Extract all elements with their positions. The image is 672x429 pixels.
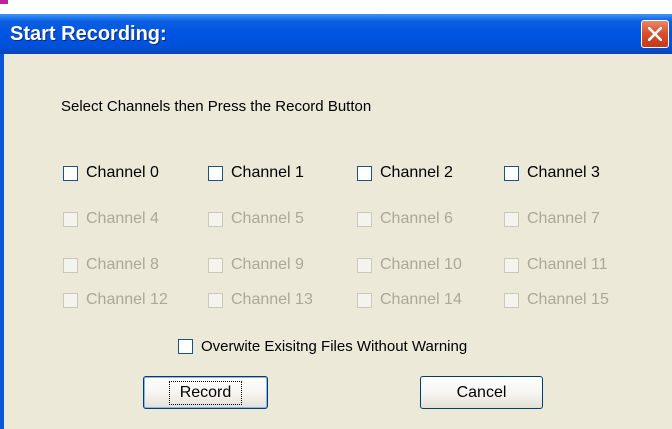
channel-2-label: Channel 2: [380, 164, 453, 181]
background-window-fragment: [0, 0, 672, 14]
channel-4-option: Channel 4: [63, 210, 159, 228]
channel-9-label: Channel 9: [231, 256, 304, 273]
close-icon: [648, 27, 662, 41]
channel-1-option[interactable]: Channel 1: [208, 164, 304, 182]
channel-15-checkbox: [504, 292, 519, 308]
channel-10-option: Channel 10: [357, 256, 462, 274]
overwrite-label: Overwite Exisitng Files Without Warning: [201, 337, 468, 355]
channel-7-checkbox: [504, 211, 519, 227]
channel-7-option: Channel 7: [504, 210, 600, 228]
channel-6-checkbox: [357, 211, 372, 227]
channel-12-option: Channel 12: [63, 291, 168, 309]
window-title: Start Recording:: [10, 23, 167, 45]
background-window-edge: [0, 0, 8, 4]
channel-9-option: Channel 9: [208, 256, 304, 274]
channel-0-checkbox[interactable]: [63, 165, 78, 181]
channel-7-label: Channel 7: [527, 210, 600, 227]
channel-3-checkbox[interactable]: [504, 165, 519, 181]
channel-14-checkbox: [357, 292, 372, 308]
title-bar[interactable]: Start Recording:: [0, 14, 672, 54]
overwrite-checkbox[interactable]: [178, 338, 193, 354]
channel-11-option: Channel 11: [504, 256, 608, 274]
overwrite-option[interactable]: Overwite Exisitng Files Without Warning: [178, 337, 467, 355]
channel-2-checkbox[interactable]: [357, 165, 372, 181]
instructions-text: Select Channels then Press the Record Bu…: [61, 98, 372, 115]
cancel-button[interactable]: Cancel: [420, 376, 543, 409]
record-button-label: Record: [168, 380, 243, 405]
channel-1-checkbox[interactable]: [208, 165, 223, 181]
channel-4-checkbox: [63, 211, 78, 227]
close-button[interactable]: [641, 20, 669, 48]
channel-8-checkbox: [63, 257, 78, 273]
channel-0-label: Channel 0: [86, 164, 159, 181]
channel-0-option[interactable]: Channel 0: [63, 164, 159, 182]
channel-6-option: Channel 6: [357, 210, 453, 228]
channel-5-checkbox: [208, 211, 223, 227]
channel-6-label: Channel 6: [380, 210, 453, 227]
record-button[interactable]: Record: [143, 376, 268, 409]
channel-12-label: Channel 12: [86, 291, 168, 308]
channel-1-label: Channel 1: [231, 164, 304, 181]
channel-14-label: Channel 14: [380, 291, 462, 308]
channel-13-option: Channel 13: [208, 291, 313, 309]
cancel-button-label: Cancel: [456, 383, 507, 401]
channel-8-option: Channel 8: [63, 256, 159, 274]
channel-12-checkbox: [63, 292, 78, 308]
channel-14-option: Channel 14: [357, 291, 462, 309]
channel-13-label: Channel 13: [231, 291, 313, 308]
channel-9-checkbox: [208, 257, 223, 273]
channel-13-checkbox: [208, 292, 223, 308]
channel-10-checkbox: [357, 257, 372, 273]
start-recording-dialog: Start Recording: Select Channels then Pr…: [0, 14, 672, 429]
channel-4-label: Channel 4: [86, 210, 159, 227]
channel-11-label: Channel 11: [527, 256, 608, 273]
channel-8-label: Channel 8: [86, 256, 159, 273]
window-left-border: [0, 54, 4, 429]
channel-2-option[interactable]: Channel 2: [357, 164, 453, 182]
channel-11-checkbox: [504, 257, 519, 273]
channel-3-option[interactable]: Channel 3: [504, 164, 600, 182]
channel-15-option: Channel 15: [504, 291, 609, 309]
channel-3-label: Channel 3: [527, 164, 600, 181]
channel-5-label: Channel 5: [231, 210, 304, 227]
channel-10-label: Channel 10: [380, 256, 462, 273]
channel-15-label: Channel 15: [527, 291, 609, 308]
channel-5-option: Channel 5: [208, 210, 304, 228]
